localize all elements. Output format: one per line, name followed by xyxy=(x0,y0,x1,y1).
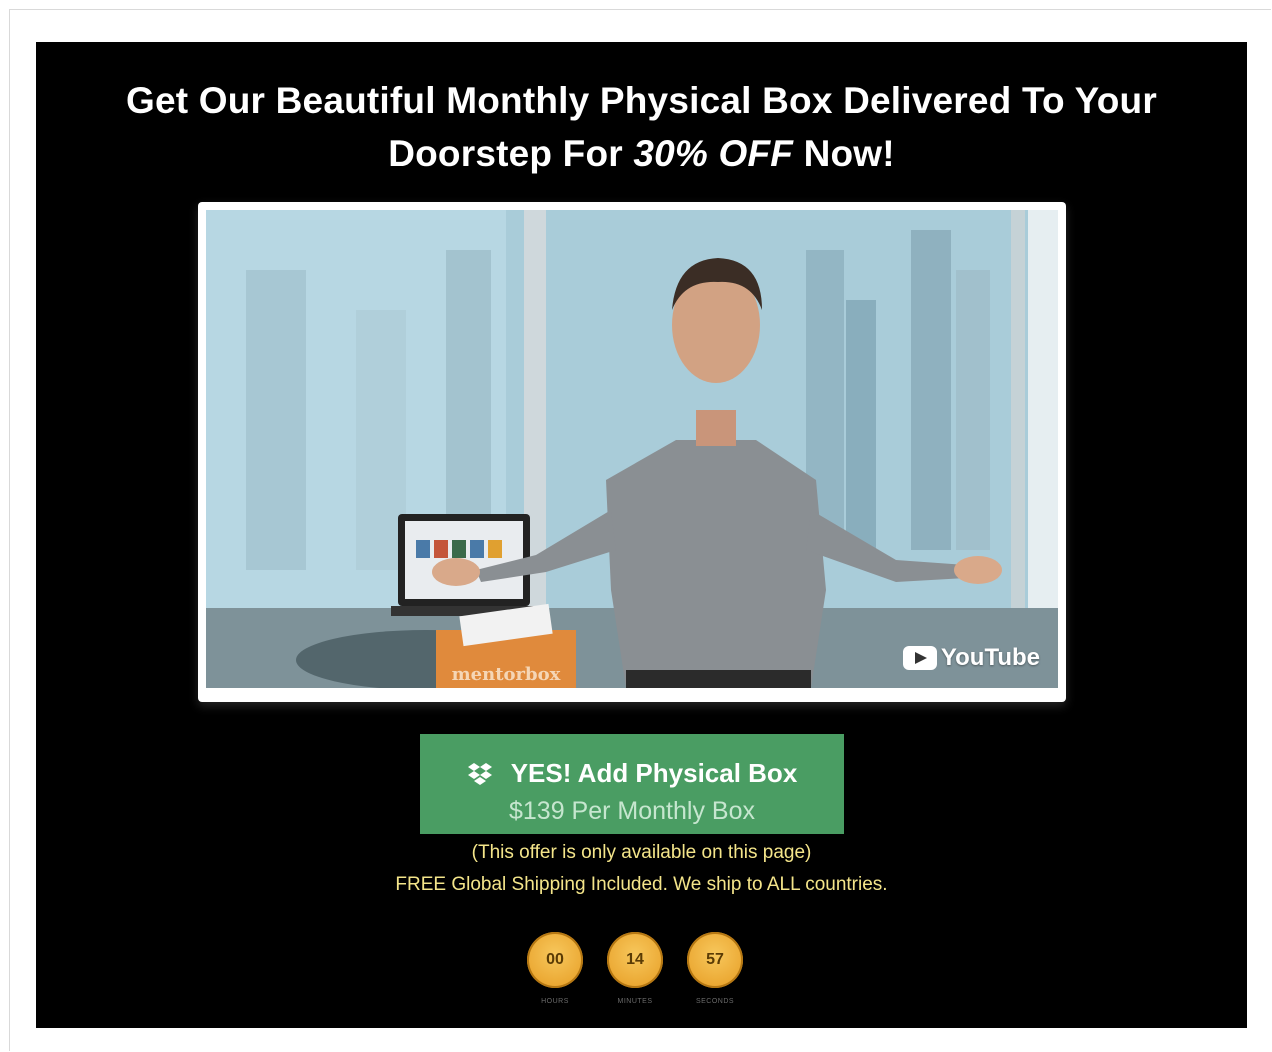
cta-title: YES! Add Physical Box xyxy=(510,758,798,788)
headline-line-2-suffix: Now! xyxy=(793,133,895,174)
countdown-timer: 00 HOURS 14 MINUTES 57 SECONDS xyxy=(526,932,744,1005)
countdown-hours-label: HOURS xyxy=(541,998,569,1005)
youtube-play-icon xyxy=(902,646,937,670)
countdown-hours: 00 HOURS xyxy=(526,932,584,1005)
availability-note: (This offer is only available on this pa… xyxy=(471,842,812,863)
headline-line-1: Get Our Beautiful Monthly Physical Box D… xyxy=(126,80,1157,121)
countdown-minutes: 14 MINUTES xyxy=(606,932,664,1005)
cta-title-row: YES! Add Physical Box xyxy=(420,758,844,789)
offer-headline: Get Our Beautiful Monthly Physical Box D… xyxy=(36,74,1247,180)
countdown-seconds-value: 57 xyxy=(687,932,743,988)
countdown-minutes-value: 14 xyxy=(607,932,663,988)
countdown-hours-value: 00 xyxy=(527,932,583,988)
countdown-seconds-label: SECONDS xyxy=(695,998,735,1005)
video-player[interactable]: mentorbox YouTube xyxy=(206,210,1058,688)
video-thumbnail: mentorbox xyxy=(206,210,1058,688)
video-player-frame: mentorbox YouTube xyxy=(198,202,1066,702)
dropbox-icon xyxy=(467,762,492,785)
headline-discount: 30% OFF xyxy=(633,133,794,174)
add-physical-box-button[interactable]: YES! Add Physical Box $139 Per Monthly B… xyxy=(420,734,844,834)
countdown-seconds: 57 SECONDS xyxy=(686,932,744,1005)
headline-line-2-prefix: Doorstep For xyxy=(388,133,634,174)
shipping-note: FREE Global Shipping Included. We ship t… xyxy=(395,874,888,895)
box-brand-text: mentorbox xyxy=(452,664,561,685)
countdown-minutes-label: MINUTES xyxy=(617,998,653,1005)
youtube-logo[interactable]: YouTube xyxy=(902,644,1040,672)
cta-price: $139 Per Monthly Box xyxy=(509,797,755,825)
youtube-wordmark: YouTube xyxy=(940,644,1040,671)
offer-panel: Get Our Beautiful Monthly Physical Box D… xyxy=(36,42,1247,1028)
